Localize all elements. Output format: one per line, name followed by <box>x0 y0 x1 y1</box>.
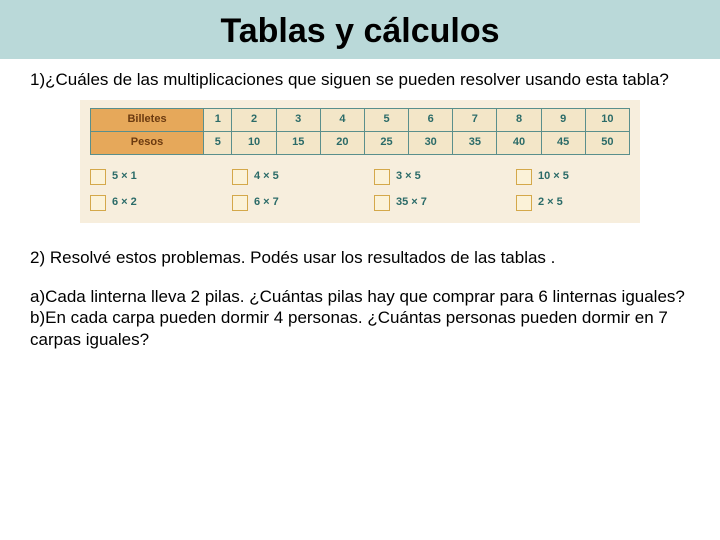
billetes-pesos-table: Billetes 1 2 3 4 5 6 7 8 9 10 Pesos 5 10… <box>90 108 630 155</box>
option-6x2[interactable]: 6 × 2 <box>90 195 204 211</box>
option-35x7[interactable]: 35 × 7 <box>374 195 488 211</box>
question-2b: b)En cada carpa pueden dormir 4 personas… <box>30 307 690 350</box>
table-cell: 9 <box>541 109 585 132</box>
option-6x7[interactable]: 6 × 7 <box>232 195 346 211</box>
multiplication-table-figure: Billetes 1 2 3 4 5 6 7 8 9 10 Pesos 5 10… <box>80 100 640 223</box>
page-title: Tablas y cálculos <box>0 12 720 51</box>
table-cell: 15 <box>276 132 320 155</box>
checkbox-icon <box>516 169 532 185</box>
checkbox-icon <box>374 169 390 185</box>
option-3x5[interactable]: 3 × 5 <box>374 169 488 185</box>
table-cell: 10 <box>585 109 629 132</box>
option-2x5[interactable]: 2 × 5 <box>516 195 630 211</box>
table-cell: 25 <box>364 132 408 155</box>
checkbox-icon <box>90 195 106 211</box>
table-cell: 50 <box>585 132 629 155</box>
row-header-billetes: Billetes <box>91 109 204 132</box>
table-cell: 10 <box>232 132 276 155</box>
table-cell: 30 <box>409 132 453 155</box>
option-label: 35 × 7 <box>396 196 427 210</box>
option-label: 5 × 1 <box>112 170 137 184</box>
table-cell: 35 <box>453 132 497 155</box>
question-2: 2) Resolvé estos problemas. Podés usar l… <box>30 247 690 268</box>
option-label: 6 × 7 <box>254 196 279 210</box>
table-row: Billetes 1 2 3 4 5 6 7 8 9 10 <box>91 109 630 132</box>
table-row: Pesos 5 10 15 20 25 30 35 40 45 50 <box>91 132 630 155</box>
checkbox-icon <box>516 195 532 211</box>
table-cell: 3 <box>276 109 320 132</box>
option-label: 3 × 5 <box>396 170 421 184</box>
question-2a: a)Cada linterna lleva 2 pilas. ¿Cuántas … <box>30 286 690 307</box>
checkbox-icon <box>374 195 390 211</box>
table-cell: 40 <box>497 132 541 155</box>
option-5x1[interactable]: 5 × 1 <box>90 169 204 185</box>
option-label: 2 × 5 <box>538 196 563 210</box>
question-1: 1)¿Cuáles de las multiplicaciones que si… <box>30 69 690 90</box>
table-cell: 20 <box>320 132 364 155</box>
row-header-pesos: Pesos <box>91 132 204 155</box>
option-10x5[interactable]: 10 × 5 <box>516 169 630 185</box>
checkbox-icon <box>90 169 106 185</box>
table-cell: 6 <box>409 109 453 132</box>
option-label: 10 × 5 <box>538 170 569 184</box>
table-cell: 2 <box>232 109 276 132</box>
option-label: 6 × 2 <box>112 196 137 210</box>
table-cell: 8 <box>497 109 541 132</box>
table-cell: 5 <box>364 109 408 132</box>
content-area: 1)¿Cuáles de las multiplicaciones que si… <box>0 59 720 350</box>
title-banner: Tablas y cálculos <box>0 0 720 59</box>
checkbox-icon <box>232 169 248 185</box>
table-cell: 5 <box>204 132 232 155</box>
table-cell: 45 <box>541 132 585 155</box>
table-cell: 1 <box>204 109 232 132</box>
option-4x5[interactable]: 4 × 5 <box>232 169 346 185</box>
table-cell: 4 <box>320 109 364 132</box>
checkbox-icon <box>232 195 248 211</box>
table-cell: 7 <box>453 109 497 132</box>
options-grid: 5 × 1 4 × 5 3 × 5 10 × 5 6 × 2 6 × 7 <box>90 169 630 211</box>
option-label: 4 × 5 <box>254 170 279 184</box>
